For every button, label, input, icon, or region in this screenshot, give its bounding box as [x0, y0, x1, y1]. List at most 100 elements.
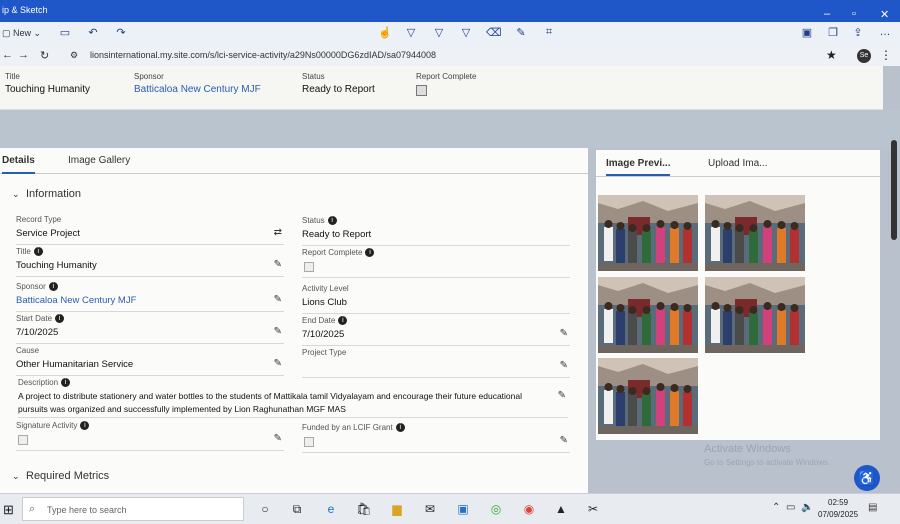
- edit-pencil-icon[interactable]: ✎: [558, 390, 566, 401]
- save-icon[interactable]: ▣: [800, 26, 814, 40]
- redo-icon[interactable]: ↷: [114, 26, 128, 40]
- info-icon[interactable]: i: [61, 378, 71, 388]
- hl-report-complete-label: Report Complete: [416, 72, 477, 81]
- hl-sponsor-link[interactable]: Batticaloa New Century MJF: [134, 84, 261, 95]
- site-info-icon[interactable]: ⚙: [70, 50, 78, 61]
- accessibility-icon[interactable]: ♿: [854, 465, 880, 491]
- ruler-icon[interactable]: ✎: [514, 26, 528, 40]
- gallery-photo[interactable]: [705, 277, 805, 353]
- photos-icon[interactable]: ▲: [552, 500, 570, 518]
- field-signature-activity: Signature Activity i ✎: [16, 421, 284, 451]
- info-icon[interactable]: i: [33, 247, 43, 257]
- tray-chevron-icon[interactable]: ⌃: [772, 502, 780, 513]
- sponsor-link[interactable]: Batticaloa New Century MJF: [16, 295, 136, 306]
- chrome-icon[interactable]: ◉: [520, 500, 538, 518]
- reload-icon[interactable]: ↻: [40, 49, 49, 62]
- close-icon[interactable]: ✕: [880, 8, 889, 21]
- change-record-type-icon[interactable]: ⇄: [274, 227, 282, 238]
- eraser-icon[interactable]: ⌫: [486, 26, 502, 40]
- end-date-value: 7/10/2025: [302, 329, 345, 340]
- sponsor-label: Sponsor: [16, 282, 46, 291]
- back-icon[interactable]: ←: [2, 49, 13, 61]
- app-title-bar: ip & Sketch – ▫ ✕: [0, 0, 900, 22]
- file-explorer-icon[interactable]: ▆: [388, 500, 406, 518]
- ballpoint-pen-icon[interactable]: ▽: [404, 26, 418, 40]
- edit-pencil-icon[interactable]: ✎: [274, 433, 282, 444]
- minimize-icon[interactable]: –: [824, 8, 830, 20]
- touch-writing-icon[interactable]: ☝: [378, 26, 392, 40]
- section-required-metrics[interactable]: ⌄ Required Metrics: [12, 470, 109, 482]
- info-icon[interactable]: i: [48, 282, 58, 292]
- open-folder-icon[interactable]: ▭: [58, 26, 72, 40]
- chevron-down-icon: ⌄: [12, 471, 20, 481]
- notifications-icon[interactable]: ▤: [868, 502, 877, 513]
- info-icon[interactable]: i: [395, 423, 405, 433]
- chevron-down-icon: ⌄: [12, 189, 20, 199]
- volume-icon[interactable]: 🔈: [801, 502, 813, 513]
- gallery-photo[interactable]: [598, 358, 698, 434]
- share-icon[interactable]: ⇪: [851, 26, 865, 40]
- task-view-icon[interactable]: ⧉: [288, 500, 306, 518]
- field-record-type: Record Type Service Project ⇄: [16, 215, 284, 245]
- page-scrollbar[interactable]: [891, 140, 897, 240]
- tab-upload-image[interactable]: Upload Ima...: [708, 158, 767, 169]
- snip-sketch-icon[interactable]: ✂: [584, 500, 602, 518]
- remote-desktop-icon[interactable]: ▣: [454, 500, 472, 518]
- edge-icon[interactable]: e: [322, 500, 340, 518]
- copy-icon[interactable]: ❐: [826, 26, 840, 40]
- whatsapp-icon[interactable]: ◎: [487, 500, 505, 518]
- hl-sponsor-label: Sponsor: [134, 72, 164, 81]
- field-project-type: Project Type ✎: [302, 348, 570, 378]
- tab-image-preview[interactable]: Image Previ...: [606, 158, 671, 176]
- bookmark-star-icon[interactable]: ★: [826, 48, 837, 62]
- cortana-icon[interactable]: ○: [256, 500, 274, 518]
- info-icon[interactable]: i: [55, 314, 65, 324]
- windows-start-icon[interactable]: ⊞: [3, 502, 14, 518]
- description-label: Description: [18, 378, 59, 387]
- activation-watermark-title: Activate Windows: [704, 443, 791, 455]
- browser-menu-icon[interactable]: ⋮: [880, 48, 892, 62]
- info-icon[interactable]: i: [365, 248, 375, 258]
- edit-pencil-icon[interactable]: ✎: [274, 326, 282, 337]
- highlighter-icon[interactable]: ▽: [459, 26, 473, 40]
- activity-level-label: Activity Level: [302, 284, 349, 293]
- edit-pencil-icon[interactable]: ✎: [560, 360, 568, 371]
- url-field[interactable]: lionsinternational.my.site.com/s/lci-ser…: [90, 50, 436, 60]
- profile-avatar[interactable]: Se: [857, 49, 871, 63]
- edit-pencil-icon[interactable]: ✎: [274, 358, 282, 369]
- edit-pencil-icon[interactable]: ✎: [274, 294, 282, 305]
- signature-activity-checkbox[interactable]: [18, 435, 28, 445]
- app-title: ip & Sketch: [2, 5, 48, 15]
- store-icon[interactable]: 🛍: [355, 500, 373, 518]
- info-icon[interactable]: i: [80, 421, 90, 431]
- tab-image-gallery[interactable]: Image Gallery: [68, 155, 130, 166]
- lcif-grant-checkbox[interactable]: [304, 437, 314, 447]
- hl-title-label: Title: [5, 72, 20, 81]
- edit-pencil-icon[interactable]: ✎: [274, 259, 282, 270]
- gallery-photo[interactable]: [705, 195, 805, 271]
- crop-icon[interactable]: ⌗: [542, 26, 556, 40]
- record-type-value: Service Project: [16, 228, 80, 239]
- undo-icon[interactable]: ↶: [86, 26, 100, 40]
- info-icon[interactable]: i: [327, 216, 337, 226]
- maximize-icon[interactable]: ▫: [852, 8, 856, 20]
- gallery-photo[interactable]: [598, 277, 698, 353]
- new-button[interactable]: ▢ New ⌄: [2, 28, 41, 39]
- tab-details[interactable]: Details: [2, 155, 35, 174]
- field-start-date: Start Date i 7/10/2025 ✎: [16, 314, 284, 344]
- edit-pencil-icon[interactable]: ✎: [560, 328, 568, 339]
- forward-icon[interactable]: →: [18, 49, 29, 61]
- info-icon[interactable]: i: [338, 316, 348, 326]
- battery-icon[interactable]: ▭: [786, 502, 795, 513]
- taskbar-search[interactable]: ⌕ Type here to search: [22, 497, 244, 521]
- mail-icon[interactable]: ✉: [421, 500, 439, 518]
- edit-pencil-icon[interactable]: ✎: [560, 435, 568, 446]
- clock-date: 07/09/2025: [818, 510, 859, 519]
- report-complete-checkbox[interactable]: [304, 262, 314, 272]
- more-icon[interactable]: …: [878, 26, 892, 40]
- section-information[interactable]: ⌄ Information: [12, 188, 81, 200]
- gallery-photo[interactable]: [598, 195, 698, 271]
- taskbar-clock[interactable]: 02:59 07/09/2025: [818, 497, 858, 521]
- field-sponsor: Sponsor i Batticaloa New Century MJF ✎: [16, 282, 284, 312]
- pencil-tool-icon[interactable]: ▽: [432, 26, 446, 40]
